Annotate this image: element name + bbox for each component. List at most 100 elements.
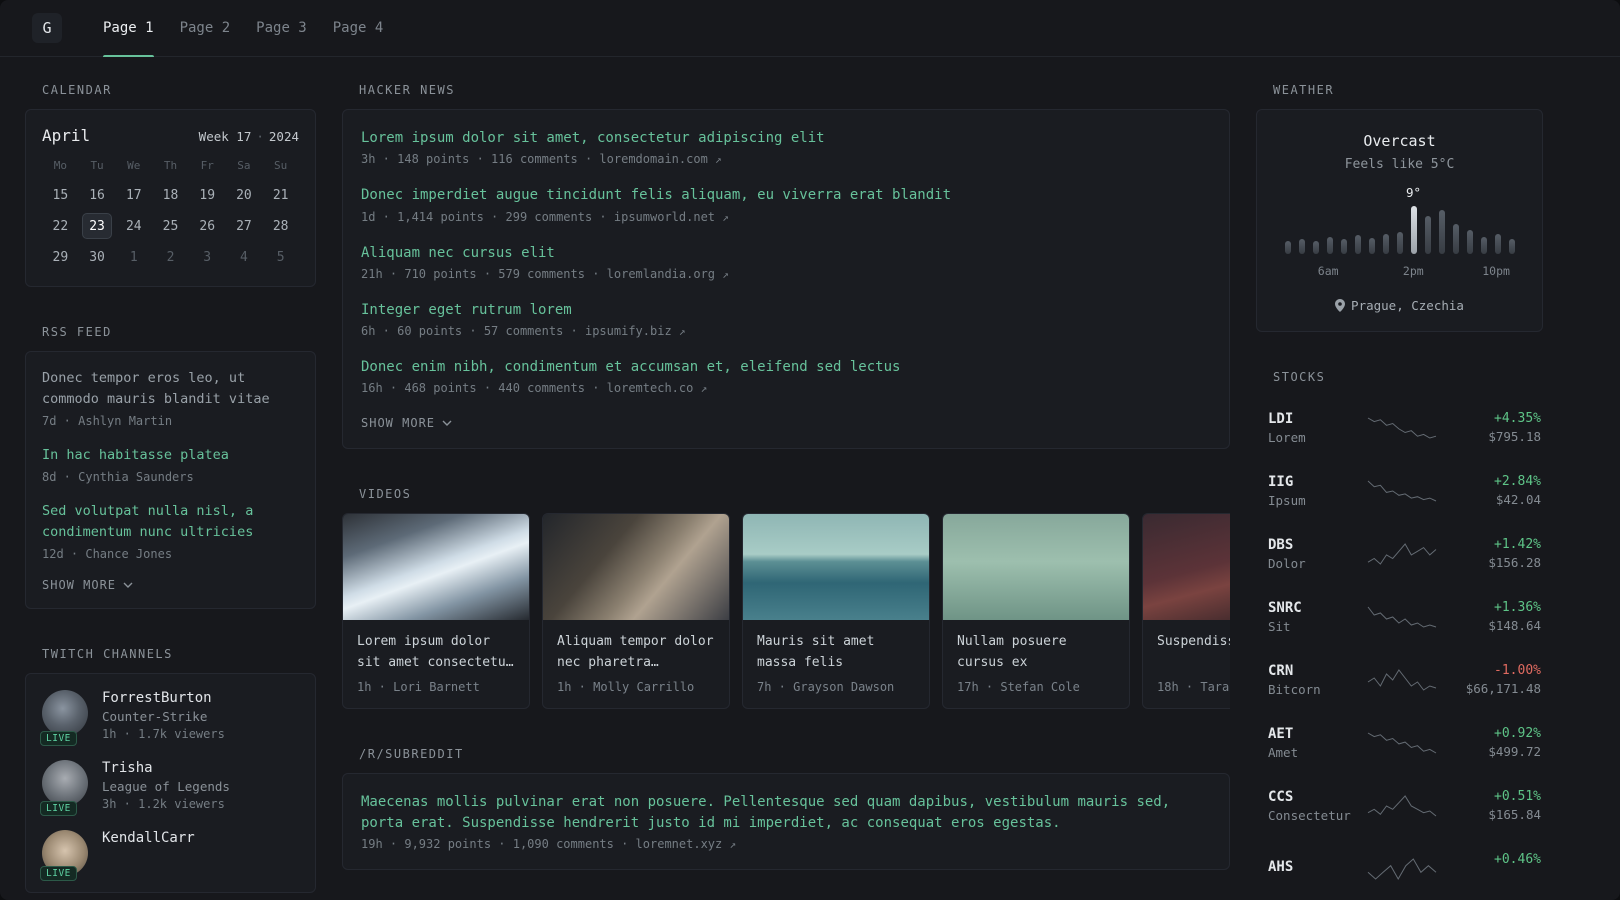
stock-sparkline [1367, 478, 1437, 504]
stock-row[interactable]: IIG Ipsum +2.84% $42.04 [1256, 459, 1543, 522]
stock-row[interactable]: AET Amet +0.92% $499.72 [1256, 711, 1543, 774]
channel-meta: 3h · 1.2k viewers [102, 796, 225, 811]
video-meta: 7h · Grayson Dawson [757, 680, 895, 695]
hackernews-show-more-button[interactable]: SHOW MORE [361, 416, 1211, 430]
app-logo[interactable]: G [32, 13, 62, 43]
weather-card: Overcast Feels like 5°C 9° 6am 2pm 10pm [1256, 109, 1543, 332]
hackernews-item-domain[interactable]: loremdomain.com [599, 152, 707, 166]
rss-item: Donec tempor eros leo, ut commodo mauris… [42, 368, 299, 428]
twitch-channel[interactable]: LIVE Trisha League of Legends 3h · 1.2k … [40, 759, 299, 816]
hackernews-item-domain[interactable]: loremtech.co [607, 381, 694, 395]
stock-change: +4.35% [1494, 411, 1541, 426]
stock-price: $148.64 [1488, 618, 1541, 633]
stock-row[interactable]: LDI Lorem +4.35% $795.18 [1256, 396, 1543, 459]
hackernews-widget-title: HACKER NEWS [359, 83, 455, 97]
stock-change: +1.36% [1494, 600, 1541, 615]
rss-item-title[interactable]: Donec tempor eros leo, ut commodo mauris… [42, 368, 299, 410]
weather-bar: 9° [1406, 185, 1421, 254]
external-link-icon: ↗ [729, 838, 737, 852]
video-thumbnail [743, 514, 929, 621]
calendar-day: 19 [199, 187, 216, 203]
video-card[interactable]: Nullam posuere cursus ex 17h · Stefan Co… [942, 513, 1130, 710]
calendar-day: 28 [272, 218, 289, 234]
rss-item-meta: 8d · Cynthia Saunders [42, 469, 194, 484]
hackernews-item: Aliquam nec cursus elit 21h · 710 points… [361, 243, 1211, 281]
page-tabs: Page 1 Page 2 Page 3 Page 4 [90, 0, 396, 57]
channel-name: ForrestBurton [102, 689, 212, 706]
hackernews-item: Lorem ipsum dolor sit amet, consectetur … [361, 128, 1211, 166]
hackernews-item-title[interactable]: Lorem ipsum dolor sit amet, consectetur … [361, 128, 1211, 148]
calendar-month-label: April [42, 126, 91, 145]
subreddit-card: Maecenas mollis pulvinar erat non posuer… [342, 773, 1230, 871]
videos-widget: VIDEOS Lorem ipsum dolor sit amet consec… [342, 487, 1230, 710]
video-card[interactable]: Lorem ipsum dolor sit amet consectetu… 1… [342, 513, 530, 710]
nav-tab[interactable]: Page 3 [243, 0, 320, 57]
hackernews-item-title[interactable]: Donec enim nibh, condimentum et accumsan… [361, 357, 1211, 377]
stock-identity: CCS Consectetur [1268, 789, 1363, 823]
hackernews-item-title[interactable]: Donec imperdiet augue tincidunt felis al… [361, 185, 1211, 205]
hackernews-item-title[interactable]: Aliquam nec cursus elit [361, 243, 1211, 263]
calendar-day: 5 [276, 249, 285, 265]
stock-sparkline [1367, 604, 1437, 630]
video-card[interactable]: Suspendisse diam 18h · Tara [1142, 513, 1230, 710]
stock-row[interactable]: CCS Consectetur +0.51% $165.84 [1256, 774, 1543, 837]
avatar-wrap: LIVE [40, 689, 88, 746]
twitch-channel[interactable]: LIVE ForrestBurton Counter-Strike 1h · 1… [40, 689, 299, 746]
nav-tab[interactable]: Page 2 [167, 0, 244, 57]
stock-name: Bitcorn [1268, 681, 1321, 697]
calendar-day: 3 [203, 249, 212, 265]
stock-row[interactable]: CRN Bitcorn -1.00% $66,171.48 [1256, 648, 1543, 711]
calendar-day: 1 [129, 249, 138, 265]
hackernews-item-meta: 16h · 468 points · 440 comments · loremt… [361, 381, 708, 396]
stock-name: Sit [1268, 618, 1291, 634]
avatar-wrap: LIVE [40, 829, 88, 881]
weather-bar [1368, 238, 1375, 254]
weather-bar [1438, 210, 1445, 254]
channel-meta: 1h · 1.7k viewers [102, 726, 225, 741]
hackernews-item-domain[interactable]: ipsumify.biz [585, 324, 672, 338]
weather-widget-title: WEATHER [1273, 83, 1335, 97]
video-card[interactable]: Aliquam tempor dolor nec pharetra… 1h · … [542, 513, 730, 710]
hackernews-item-title[interactable]: Integer eget rutrum lorem [361, 300, 1211, 320]
stocks-widget-title: STOCKS [1273, 370, 1326, 384]
calendar-weekday: Su [274, 159, 288, 172]
stock-change: -1.00% [1494, 663, 1541, 678]
nav-tab[interactable]: Page 1 [90, 0, 167, 57]
nav-tab[interactable]: Page 4 [320, 0, 397, 57]
hackernews-item-domain[interactable]: loremlandia.org [607, 267, 715, 281]
calendar-day: 17 [125, 187, 142, 203]
hackernews-item-domain[interactable]: ipsumworld.net [614, 210, 715, 224]
rss-show-more-button[interactable]: SHOW MORE [42, 578, 299, 592]
calendar-day: 26 [199, 218, 216, 234]
stock-price: $42.04 [1495, 492, 1541, 507]
stock-name: Lorem [1268, 429, 1306, 445]
rss-item-title[interactable]: Sed volutpat nulla nisl, a condimentum n… [42, 501, 299, 543]
calendar-card: April Week 17 · 2024 Mo Tu We Th Fr Sa S… [25, 109, 316, 287]
stock-symbol: AHS [1268, 859, 1294, 875]
stock-row[interactable]: DBS Dolor +1.42% $156.28 [1256, 522, 1543, 585]
stock-change: +0.92% [1494, 726, 1541, 741]
live-badge: LIVE [40, 800, 77, 816]
stock-values: +0.46% [1441, 852, 1541, 885]
stock-identity: SNRC Sit [1268, 600, 1363, 634]
stock-row[interactable]: SNRC Sit +1.36% $148.64 [1256, 585, 1543, 648]
rss-item-title[interactable]: In hac habitasse platea [42, 445, 299, 466]
external-link-icon: ↗ [715, 153, 722, 167]
calendar-weekday: Sa [237, 159, 251, 172]
subreddit-post-title[interactable]: Maecenas mollis pulvinar erat non posuer… [361, 792, 1211, 833]
stock-row[interactable]: AHS +0.46% [1256, 837, 1543, 900]
video-card[interactable]: Mauris sit amet massa felis 7h · Grayson… [742, 513, 930, 710]
calendar-widget: CALENDAR April Week 17 · 2024 Mo Tu We T… [25, 83, 316, 287]
twitch-channel[interactable]: LIVE KendallCarr [40, 829, 299, 881]
channel-info: Trisha League of Legends 3h · 1.2k viewe… [102, 760, 230, 811]
dashboard-content: CALENDAR April Week 17 · 2024 Mo Tu We T… [0, 57, 1620, 900]
subreddit-post-domain[interactable]: loremnet.xyz [636, 837, 723, 851]
avatar [42, 759, 88, 806]
weather-hourly-bars: 9° [1277, 185, 1522, 254]
live-badge: LIVE [40, 730, 77, 746]
channel-name: Trisha [102, 759, 153, 776]
external-link-icon: ↗ [700, 382, 708, 396]
rss-widget-title: RSS FEED [42, 325, 112, 339]
stock-identity: AHS [1268, 859, 1363, 878]
video-title: Mauris sit amet massa felis [757, 634, 875, 670]
